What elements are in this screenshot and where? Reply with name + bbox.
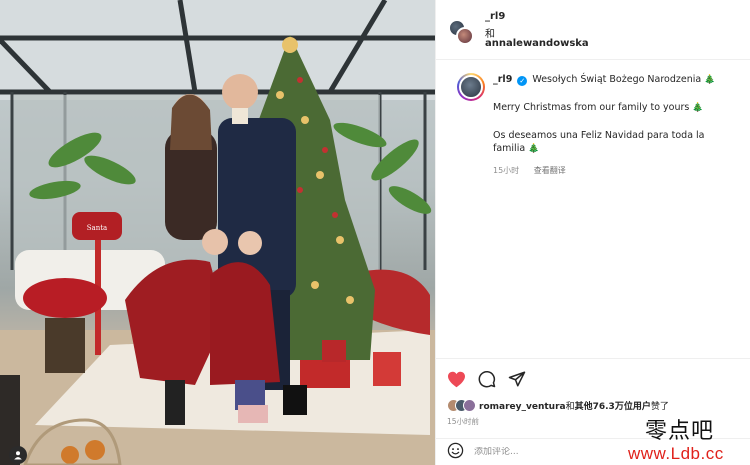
avatar [456,27,474,45]
comment-input[interactable] [474,447,624,457]
heart-filled-icon[interactable] [447,371,466,388]
christmas-tree-icon: 🎄 [528,144,540,154]
user-tag-icon[interactable] [9,446,27,464]
likes-and: 和 [565,402,575,412]
svg-text:Santa: Santa [87,224,107,232]
watermark-url: www.Ldb.cc [628,444,724,463]
avatar [463,399,476,412]
caption-line-english: Merry Christmas from our family to yours [493,102,690,113]
share-icon[interactable] [508,370,526,388]
see-translation-link[interactable]: 查看翻译 [534,166,566,175]
caption-line-spanish: Os deseamos una Feliz Navidad para toda … [493,130,705,154]
post-caption: _rl9 ✓ Wesołych Świąt Bożego Narodzenia … [436,60,750,177]
author-username-link[interactable]: _rl9 [485,11,505,22]
post-header: _rl9 和 annalewandowska [436,0,750,60]
verified-badge-icon: ✓ [517,76,528,86]
collab-avatars[interactable] [448,19,474,45]
christmas-tree-icon: 🎄 [704,75,716,85]
caption-title: Wesołych Świąt Bożego Narodzenia [532,74,702,85]
emoji-icon[interactable] [447,442,464,463]
collaborator-username-link[interactable]: annalewandowska [485,38,589,49]
post-detail-panel: _rl9 和 annalewandowska _rl9 ✓ Wesołych Ś… [435,0,750,465]
caption-avatar[interactable] [457,73,485,101]
others-count-link[interactable]: 其他76.3万位用户 [575,402,651,412]
watermark-text: 零点吧 [645,419,715,444]
likes-summary[interactable]: romarey_ventura和其他76.3万位用户赞了 [447,399,739,412]
post-photo[interactable]: Santa [0,0,435,465]
liker-username-link[interactable]: romarey_ventura [479,402,566,412]
caption-username-link[interactable]: _rl9 [493,74,512,85]
caption-timestamp: 15小时 [493,166,520,175]
christmas-tree-icon: 🎄 [692,103,704,113]
comment-icon[interactable] [478,370,496,388]
likes-verb: 赞了 [650,402,669,412]
christmas-family-photo: Santa [0,0,435,465]
